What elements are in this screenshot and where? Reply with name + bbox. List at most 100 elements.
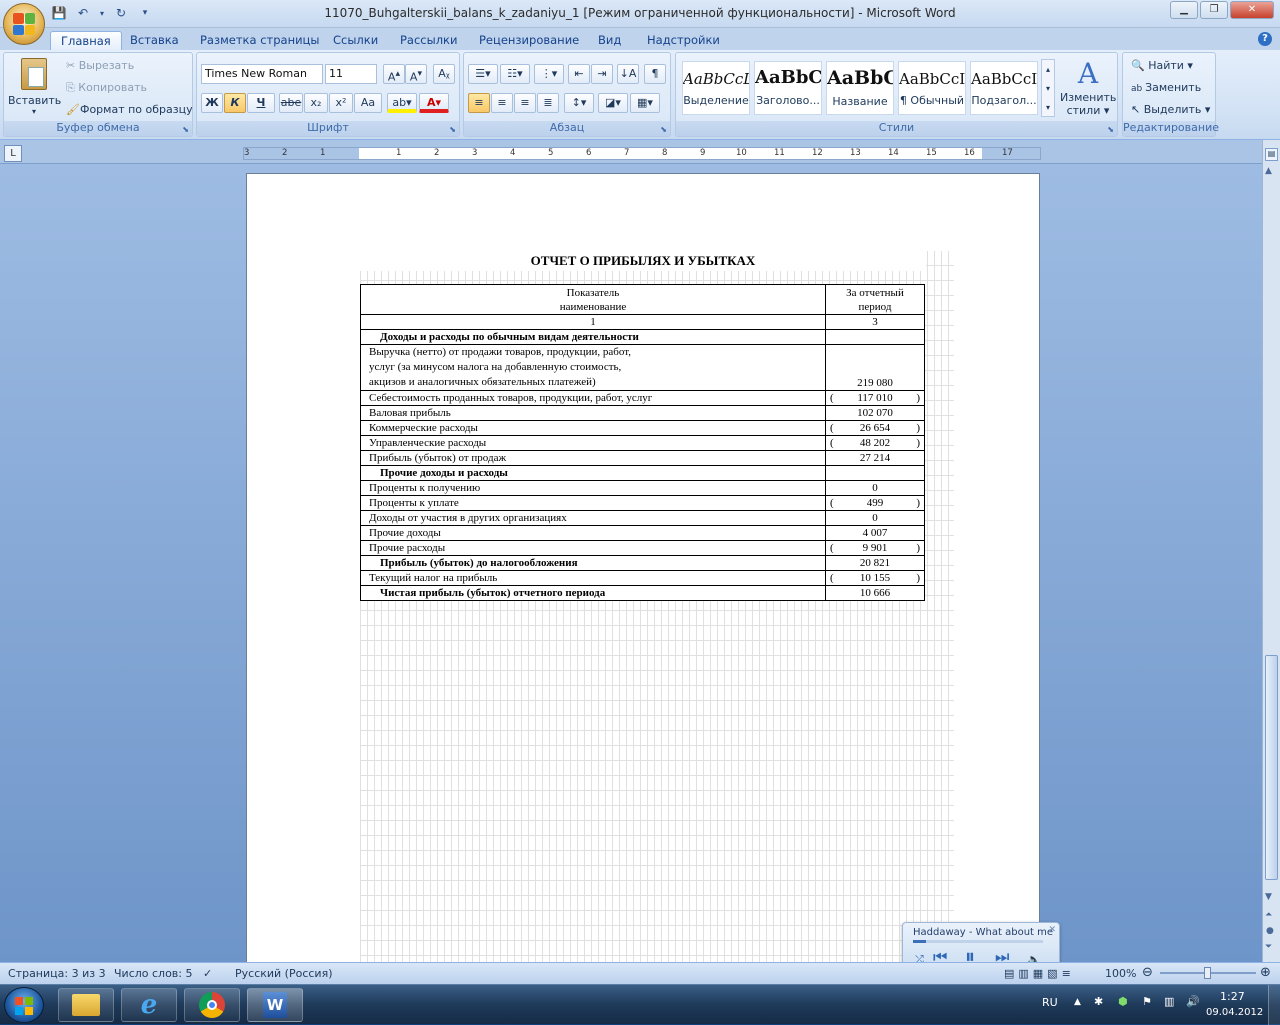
table-row: Прибыль (убыток) от продаж 27 214 [360, 450, 925, 466]
replace-button[interactable]: ab Заменить [1131, 81, 1201, 94]
sort-icon[interactable]: ↓A [617, 64, 639, 84]
style-emphasis[interactable]: AaBbCcL Выделение [682, 61, 750, 115]
row-value-text: 26 654 [859, 422, 891, 434]
minimize-button[interactable]: ▁ [1170, 1, 1198, 19]
scroll-thumb[interactable] [1265, 655, 1278, 880]
dialog-launcher-icon[interactable]: ⬊ [449, 125, 456, 134]
prev-page-icon[interactable]: ⏶ [1265, 910, 1272, 920]
dialog-launcher-icon[interactable]: ⬊ [1107, 125, 1114, 134]
tab-review[interactable]: Рецензирование [469, 31, 589, 50]
multilevel-list-icon[interactable]: ⋮▾ [534, 64, 564, 84]
network-icon[interactable]: ▥ [1164, 995, 1174, 1008]
strikethrough-button[interactable]: abe [279, 93, 303, 113]
tab-page-layout[interactable]: Разметка страницы [190, 31, 329, 50]
select-browse-object-icon[interactable]: ● [1266, 926, 1274, 936]
clock-date[interactable]: 09.04.2012 [1206, 1007, 1263, 1018]
close-button[interactable]: ✕ [1230, 1, 1274, 19]
font-color-icon[interactable]: A▾ [419, 93, 449, 113]
zoom-slider-thumb[interactable] [1204, 967, 1211, 979]
document-page[interactable]: ОТЧЕТ О ПРИБЫЛЯХ И УБЫТКАХ Показатель наи… [246, 173, 1040, 962]
decrease-indent-icon[interactable]: ⇤ [568, 64, 590, 84]
align-right-icon[interactable]: ≡ [514, 93, 536, 113]
zoom-level[interactable]: 100% [1105, 967, 1136, 980]
font-size-input[interactable]: 11 [325, 64, 377, 84]
scroll-up-icon[interactable]: ▲ [1265, 166, 1272, 176]
dialog-launcher-icon[interactable]: ⬊ [660, 125, 667, 134]
vertical-scrollbar[interactable]: ▤ ▲ ▼ ⏶ ● ⏷ [1262, 140, 1280, 962]
tab-selector-icon[interactable]: L [4, 145, 22, 162]
tab-insert[interactable]: Вставка [120, 31, 189, 50]
borders-icon[interactable]: ▦▾ [630, 93, 660, 113]
tab-view[interactable]: Вид [588, 31, 631, 50]
clear-format-icon[interactable]: Aᵪ [433, 64, 455, 84]
word-app-icon[interactable]: W [247, 988, 303, 1022]
language-status[interactable]: Русский (Россия) [235, 967, 333, 980]
clock-time[interactable]: 1:27 [1220, 990, 1245, 1003]
style-title[interactable]: AaBbC Название [826, 61, 894, 115]
zoom-in-icon[interactable]: ⊕ [1260, 965, 1271, 980]
style-subtitle[interactable]: AaBbCcI Подзагол... [970, 61, 1038, 115]
tab-references[interactable]: Ссылки [323, 31, 388, 50]
cut-button[interactable]: ✂ Вырезать [66, 59, 134, 72]
playback-progress[interactable] [913, 940, 1043, 943]
style-normal[interactable]: AaBbCcI ¶ Обычный [898, 61, 966, 115]
show-formatting-button[interactable]: ¶ [644, 64, 666, 84]
explorer-app-icon[interactable] [58, 988, 114, 1022]
grow-font-button[interactable]: A▴ [383, 64, 405, 84]
styles-scroll[interactable]: ▴ ▾ ▾ [1041, 59, 1055, 117]
tab-home[interactable]: Главная [50, 31, 122, 50]
select-button[interactable]: ↖ Выделить ▾ [1131, 103, 1210, 116]
ie-app-icon[interactable]: e [121, 988, 177, 1022]
language-indicator[interactable]: RU [1042, 996, 1058, 1009]
italic-button[interactable]: К [224, 93, 246, 113]
restore-button[interactable]: ❐ [1200, 1, 1228, 19]
subscript-button[interactable]: x₂ [304, 93, 328, 113]
dialog-launcher-icon[interactable]: ⬊ [182, 125, 189, 134]
tab-addins[interactable]: Надстройки [637, 31, 730, 50]
find-button[interactable]: 🔍 Найти ▾ [1131, 59, 1193, 72]
page-count[interactable]: Страница: 3 из 3 [8, 967, 106, 980]
copy-button[interactable]: ⎘ Копировать [66, 81, 147, 95]
horizontal-ruler[interactable]: 3 2 1 1 2 3 4 5 6 7 8 9 10 11 12 13 14 15 16 17 [243, 147, 1041, 160]
superscript-button[interactable]: x² [329, 93, 353, 113]
close-icon[interactable]: ✕ [1048, 925, 1056, 935]
shrink-font-button[interactable]: A▾ [405, 64, 427, 84]
chrome-app-icon[interactable] [184, 988, 240, 1022]
align-left-icon[interactable]: ≡ [468, 93, 490, 113]
help-icon[interactable]: ? [1258, 32, 1272, 46]
start-button[interactable] [4, 987, 44, 1023]
show-hidden-icons-icon[interactable]: ▲ [1074, 997, 1081, 1007]
scroll-down-icon[interactable]: ▼ [1265, 892, 1272, 902]
justify-icon[interactable]: ≣ [537, 93, 559, 113]
shading-icon[interactable]: ◪▾ [598, 93, 628, 113]
tab-mailings[interactable]: Рассылки [390, 31, 467, 50]
bullets-icon[interactable]: ☰▾ [468, 64, 498, 84]
format-painter-button[interactable]: 🖌Формат по образцу [66, 103, 193, 116]
action-center-icon[interactable]: ⚑ [1142, 995, 1152, 1008]
zoom-slider[interactable] [1160, 967, 1256, 979]
row-value-text: 4 007 [862, 527, 888, 539]
font-name-input[interactable]: Times New Roman [201, 64, 323, 84]
proofing-icon[interactable]: ✓ [203, 967, 212, 980]
increase-indent-icon[interactable]: ⇥ [591, 64, 613, 84]
numbering-icon[interactable]: ☷▾ [500, 64, 530, 84]
volume-tray-icon[interactable]: 🔊 [1186, 995, 1200, 1008]
bold-button[interactable]: Ж [201, 93, 223, 113]
paste-button[interactable]: Вставить ▾ [8, 56, 61, 118]
ruler-toggle-icon[interactable]: ▤ [1265, 148, 1278, 161]
zoom-out-icon[interactable]: ⊖ [1142, 965, 1153, 980]
app-tray-icon[interactable]: ⬢ [1118, 995, 1128, 1008]
word-count[interactable]: Число слов: 5 [114, 967, 193, 980]
view-buttons-icon[interactable]: ▤▥▦▧≡ [1004, 967, 1075, 980]
change-case-button[interactable]: Aa [354, 93, 382, 113]
office-button[interactable] [3, 3, 45, 45]
line-spacing-icon[interactable]: ↕▾ [564, 93, 594, 113]
highlight-icon[interactable]: ab▾ [387, 93, 417, 113]
align-center-icon[interactable]: ≡ [491, 93, 513, 113]
underline-button[interactable]: Ч [247, 93, 275, 113]
style-heading[interactable]: AaBbC Заголово... [754, 61, 822, 115]
change-styles-button[interactable]: A Изменить стили ▾ [1060, 57, 1116, 117]
bluetooth-icon[interactable]: ✱ [1094, 995, 1103, 1008]
next-page-icon[interactable]: ⏷ [1265, 942, 1272, 952]
show-desktop-button[interactable] [1268, 985, 1280, 1025]
